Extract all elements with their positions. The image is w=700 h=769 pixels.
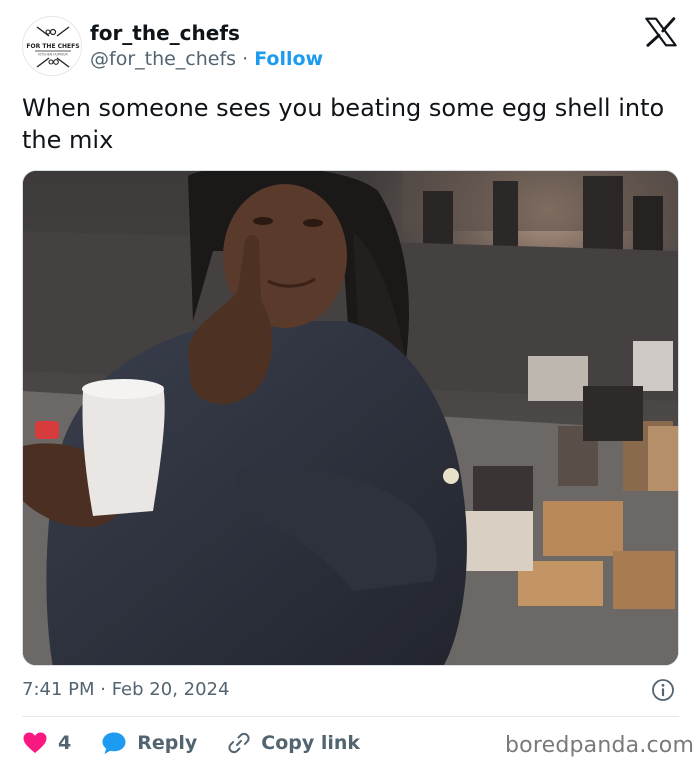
reply-button[interactable]: Reply [101, 731, 197, 755]
tweet-actions: 4 Reply Copy link [22, 726, 390, 760]
divider [22, 716, 679, 717]
tweet-header: FOR THE CHEFS KITCHEN HUMOUR for_the_che… [0, 0, 700, 90]
link-icon [228, 732, 250, 754]
avatar[interactable]: FOR THE CHEFS KITCHEN HUMOUR [22, 16, 82, 76]
heart-icon [23, 732, 47, 753]
separator-dot: · [242, 48, 249, 70]
like-button[interactable]: 4 [22, 731, 71, 755]
tweet-timestamp[interactable]: 7:41 PM · Feb 20, 2024 [22, 679, 229, 700]
like-count: 4 [58, 732, 72, 754]
handle[interactable]: @for_the_chefs [90, 48, 236, 70]
reply-label: Reply [137, 732, 198, 754]
copy-link-button[interactable]: Copy link [227, 731, 360, 755]
photo-scene [23, 171, 678, 665]
tweet-text: When someone sees you beating some egg s… [22, 94, 665, 154]
watermark: boredpanda.com [505, 733, 695, 758]
follow-button[interactable]: Follow [254, 48, 323, 70]
avatar-brand-subtext: KITCHEN HUMOUR [38, 53, 68, 57]
tweet-photo[interactable] [22, 170, 679, 666]
avatar-logo-icon: FOR THE CHEFS KITCHEN HUMOUR [23, 17, 81, 75]
handle-row: @for_the_chefs · Follow [90, 48, 323, 70]
avatar-brand-text: FOR THE CHEFS [26, 43, 79, 50]
x-logo-icon[interactable] [645, 17, 677, 47]
copy-link-label: Copy link [261, 732, 361, 754]
display-name[interactable]: for_the_chefs [90, 21, 240, 45]
speech-bubble-icon [102, 732, 126, 754]
info-icon[interactable] [651, 678, 675, 702]
